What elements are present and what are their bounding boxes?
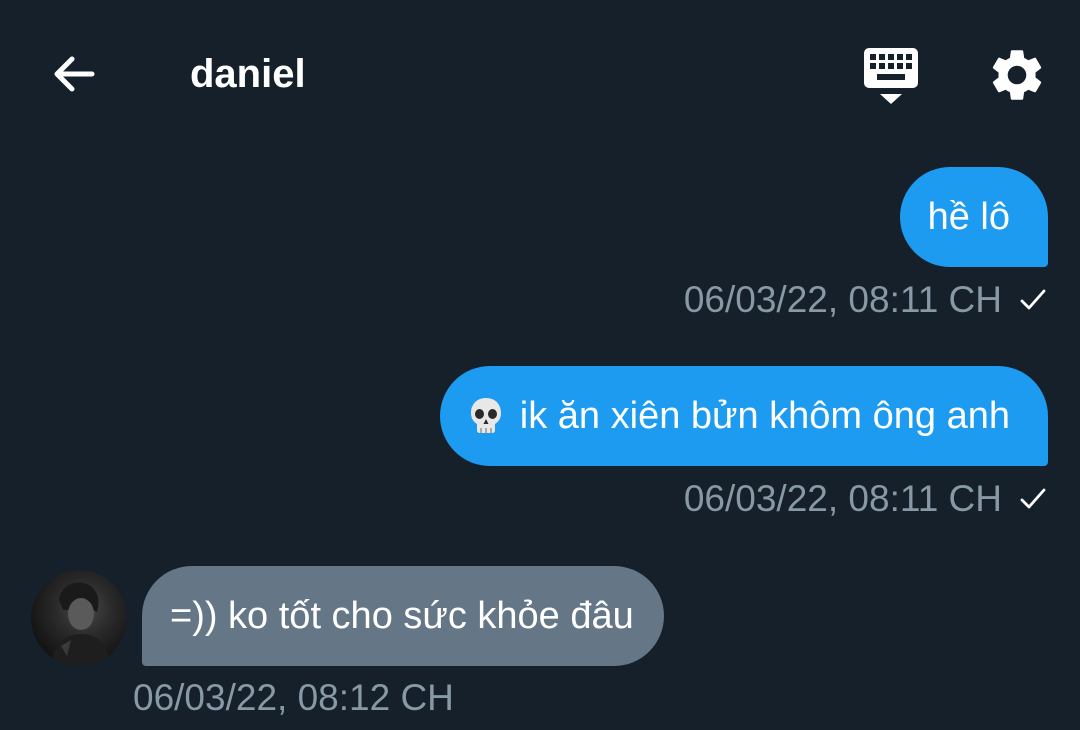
chat-header: daniel <box>0 0 1080 140</box>
keyboard-button[interactable] <box>860 44 924 108</box>
message-meta: 06/03/22, 08:11 CH <box>684 477 1048 521</box>
message-text: =)) ko tốt cho sức khỏe đâu <box>170 594 634 637</box>
keyboard-icon <box>864 48 918 104</box>
received-message-bubble[interactable]: =)) ko tốt cho sức khỏe đâu <box>142 566 664 666</box>
check-icon <box>1020 289 1046 310</box>
message-timestamp: 06/03/22, 08:11 CH <box>683 279 1002 320</box>
check-icon <box>1020 488 1046 509</box>
sent-message-bubble[interactable]: hề lô <box>899 167 1048 267</box>
message-text: hề lô <box>927 195 1010 238</box>
back-button[interactable] <box>44 46 104 102</box>
message-timestamp: 06/03/22, 08:12 CH <box>133 677 454 718</box>
settings-button[interactable] <box>986 44 1048 106</box>
message-meta: 06/03/22, 08:12 CH <box>133 676 454 720</box>
sent-message-bubble[interactable]: ik ăn xiên bửn khôm ông anh <box>439 366 1048 466</box>
avatar[interactable] <box>31 570 127 666</box>
avatar-image <box>51 582 111 666</box>
message-text: ik ăn xiên bửn khôm ông anh <box>519 394 1010 437</box>
conversation-title: daniel <box>190 52 306 96</box>
skull-emoji <box>470 398 501 433</box>
message-timestamp: 06/03/22, 08:11 CH <box>683 478 1002 519</box>
message-meta: 06/03/22, 08:11 CH <box>684 278 1048 322</box>
gear-icon <box>992 50 1042 100</box>
arrow-left-icon <box>54 56 95 92</box>
